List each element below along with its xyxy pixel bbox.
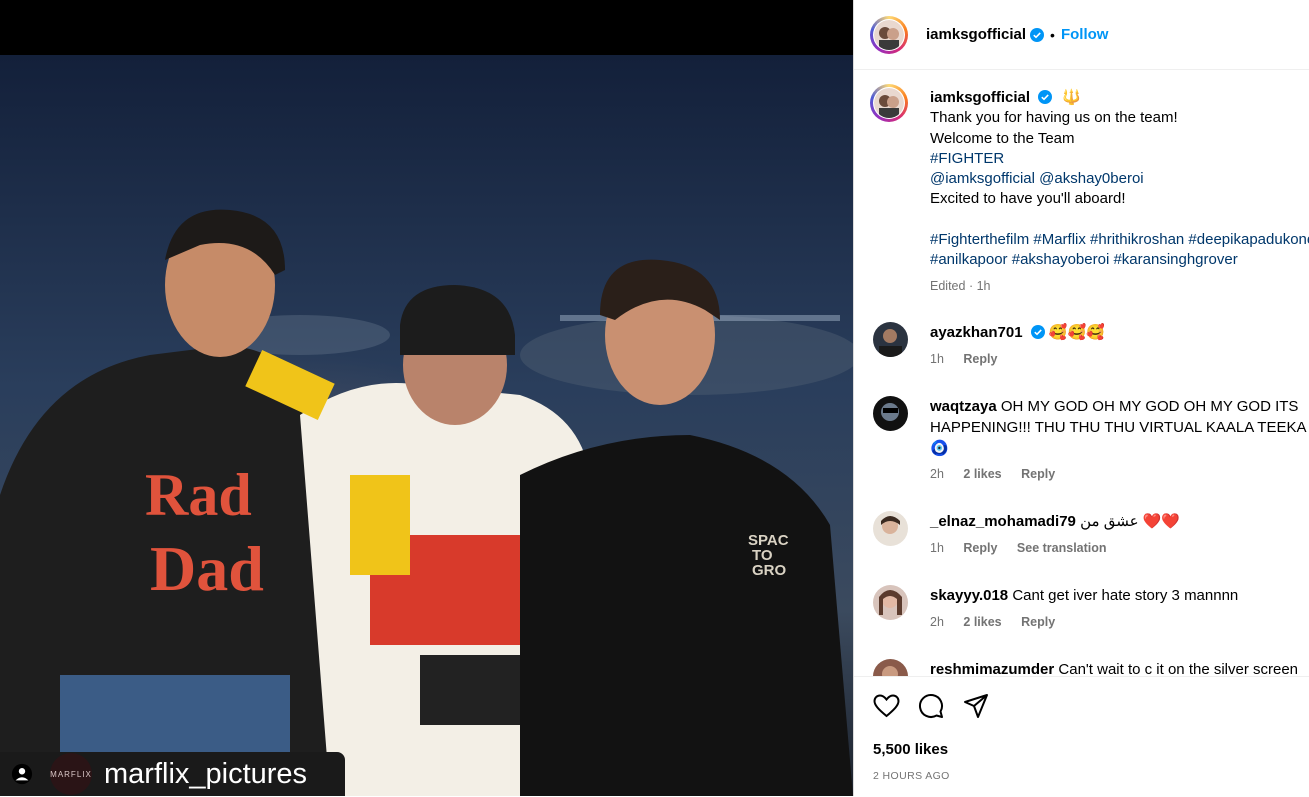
commenter-avatar[interactable] xyxy=(873,322,908,357)
comment-time: 2h xyxy=(930,615,944,629)
user-tag-icon[interactable] xyxy=(10,762,34,786)
comment-likes[interactable]: 2 likes xyxy=(963,467,1001,481)
hashtags-row[interactable]: #Fighterthefilm #Marflix #hrithikroshan … xyxy=(930,230,1309,250)
shirt-print: Rad xyxy=(145,462,252,528)
comment-text: OH MY GOD OH MY GOD OH MY GOD ITS xyxy=(1000,398,1299,415)
comment-likes[interactable]: 2 likes xyxy=(963,615,1001,629)
comment-time: 2h xyxy=(930,467,944,481)
comment-icon[interactable] xyxy=(916,691,946,721)
post-media[interactable]: Rad Dad SPAC TO GRO MARFLIX marflix_pict… xyxy=(0,0,853,796)
commenter-username[interactable]: waqtzaya xyxy=(930,398,997,415)
comment-time: 1h xyxy=(930,352,944,366)
commenter-username[interactable]: _elnaz_mohamadi79 xyxy=(930,513,1076,530)
see-translation-button[interactable]: See translation xyxy=(1017,541,1107,555)
commenter-avatar[interactable] xyxy=(873,396,908,431)
comment-time: 1h xyxy=(930,541,944,555)
caption-line: Thank you for having us on the team! xyxy=(930,109,1178,127)
marflix-watermark: MARFLIX marflix_pictures xyxy=(0,752,345,796)
reply-button[interactable]: Reply xyxy=(1021,615,1055,629)
comment-text: HAPPENING!!! THU THU THU VIRTUAL KAALA T… xyxy=(930,419,1307,436)
verified-icon xyxy=(1030,27,1045,42)
commenter-username[interactable]: reshmimazumder xyxy=(930,661,1054,676)
reply-button[interactable]: Reply xyxy=(1021,467,1055,481)
hashtags-row[interactable]: #anilkapoor #akshayoberoi #karansinghgro… xyxy=(930,250,1309,270)
heart-icon[interactable] xyxy=(871,691,901,721)
header-separator: • xyxy=(1050,26,1055,43)
media-letterbox xyxy=(0,0,853,55)
hashtag-link[interactable]: #FIGHTER xyxy=(930,149,1309,169)
share-icon[interactable] xyxy=(961,691,991,721)
commenter-username[interactable]: skayyy.018 xyxy=(930,587,1008,604)
post-time: 2 HOURS AGO xyxy=(873,770,950,782)
trident-emoji: 🔱 xyxy=(1062,89,1082,106)
follow-button[interactable]: Follow xyxy=(1061,26,1109,43)
mention-link[interactable]: @akshay0beroi xyxy=(1039,170,1143,187)
edited-dot: · xyxy=(968,279,974,294)
likes-count[interactable]: 5,500 likes xyxy=(873,741,948,758)
post-actions: 5,500 likes 2 HOURS AGO xyxy=(854,676,1309,797)
commenter-username[interactable]: ayazkhan701 xyxy=(930,324,1023,341)
comment-text: Can't wait to c it on the silver screen xyxy=(1058,661,1299,676)
post-sidebar: iamksgofficial • Follow iamksgofficial 🔱… xyxy=(853,0,1309,796)
caption-line: Excited to have you'll aboard! xyxy=(930,190,1126,208)
post-photo: Rad Dad SPAC TO GRO xyxy=(0,55,853,796)
verified-icon xyxy=(1030,325,1045,339)
comment-text: Cant get iver hate story 3 mannnn xyxy=(1012,587,1239,604)
watermark-handle: marflix_pictures xyxy=(104,757,308,790)
comment-text: 🥰🥰🥰 xyxy=(1048,324,1105,341)
comments-list[interactable]: iamksgofficial 🔱 Thank you for having us… xyxy=(854,70,1309,676)
caption-username[interactable]: iamksgofficial xyxy=(930,89,1030,106)
edited-label: Edited xyxy=(930,279,966,294)
commenter-avatar[interactable] xyxy=(873,659,908,676)
commenter-avatar[interactable] xyxy=(873,511,908,546)
mention-link[interactable]: @iamksgofficial xyxy=(930,170,1035,187)
author-avatar[interactable] xyxy=(870,15,908,54)
svg-text:Dad: Dad xyxy=(150,533,264,604)
caption-avatar[interactable] xyxy=(870,84,908,122)
comment-text: 🧿 xyxy=(930,440,949,457)
author-username[interactable]: iamksgofficial xyxy=(926,26,1026,43)
reply-button[interactable]: Reply xyxy=(963,541,997,555)
marflix-logo: MARFLIX xyxy=(50,753,92,795)
caption-line: Welcome to the Team xyxy=(930,129,1075,147)
svg-text:GRO: GRO xyxy=(752,562,787,579)
caption-time: 1h xyxy=(976,279,991,294)
comment-text: عشق من ❤️❤️ xyxy=(1080,513,1181,530)
commenter-avatar[interactable] xyxy=(873,585,908,620)
reply-button[interactable]: Reply xyxy=(963,352,997,366)
post-header: iamksgofficial • Follow xyxy=(854,0,1309,70)
verified-icon xyxy=(1038,90,1053,104)
